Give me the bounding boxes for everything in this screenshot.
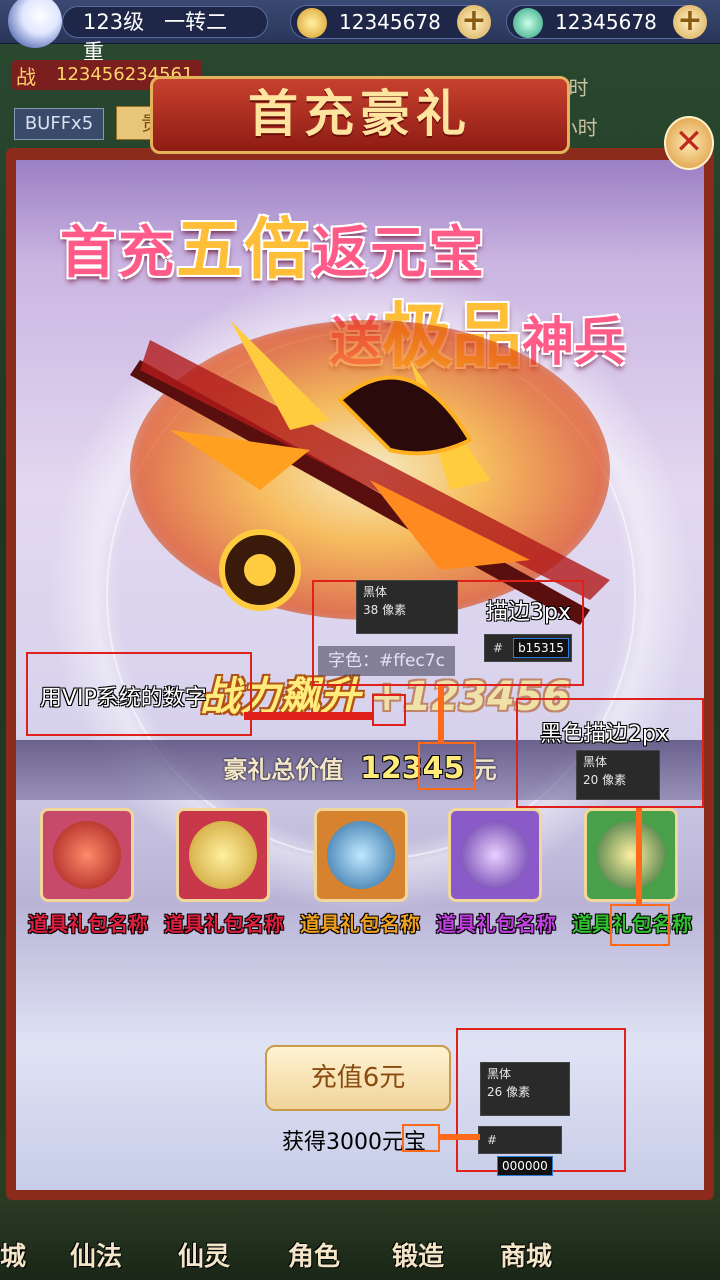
headline1-a: 首充 [60, 221, 176, 286]
hex-hash-3: # [487, 1133, 498, 1147]
gift-item-1[interactable] [40, 808, 134, 902]
buff-button[interactable]: BUFFx5 [14, 108, 104, 140]
gold-coin-icon [297, 8, 327, 38]
nav-spirit[interactable]: 仙灵 [178, 1236, 230, 1273]
battle-icon: 战 [16, 65, 36, 89]
annotation-box-vip-target [372, 694, 406, 726]
jade-value: 12345678 [555, 10, 657, 34]
annotation-box-label [610, 904, 670, 946]
headline-line-1: 首充五倍返元宝 [60, 196, 486, 292]
font-spec-3-name: 黑体 [487, 1067, 512, 1081]
annotation-box-reward [402, 1124, 440, 1152]
font-spec-1: 黑体 38 像素 [356, 580, 458, 634]
gift-item-3[interactable] [314, 808, 408, 902]
gift-label-2: 道具礼包名称 [164, 912, 284, 936]
level-text: 123级 [83, 10, 145, 34]
hex-field-3: #000000 [478, 1126, 562, 1176]
total-value-label: 豪礼总价值 [223, 756, 344, 784]
hex-field-1: # b15315 [484, 634, 572, 662]
nav-city[interactable]: 城 [0, 1236, 26, 1273]
font-spec-1-size: 38 像素 [363, 603, 407, 617]
recharge-button[interactable]: 充值6元 [265, 1045, 451, 1111]
hex-value-3: 000000 [497, 1156, 553, 1176]
annotation-pointer-3 [438, 1134, 480, 1140]
annotation-stroke2: 黑色描边2px [540, 722, 669, 747]
annotation-pointer-2 [636, 808, 642, 904]
font-spec-2-name: 黑体 [583, 755, 608, 769]
gift-label-1: 道具礼包名称 [28, 912, 148, 936]
hex-value-1: b15315 [513, 638, 569, 658]
font-spec-1-name: 黑体 [363, 585, 388, 599]
gift-item-4[interactable] [448, 808, 542, 902]
top-bar: 123级 一转二重 12345678 + 12345678 + [0, 0, 720, 64]
nav-forge[interactable]: 锻造 [392, 1236, 444, 1273]
annotation-vip-note: 用VIP系统的数字 [40, 686, 207, 711]
annotation-pointer-1 [438, 686, 444, 742]
level-badge[interactable]: 123级 一转二重 [62, 6, 268, 64]
jade-counter: 12345678 + [506, 5, 707, 39]
annotation-vip-pointer [244, 712, 374, 720]
gift-icon-4 [461, 821, 529, 889]
font-spec-2: 黑体 20 像素 [576, 750, 660, 800]
add-gold-button[interactable]: + [457, 5, 491, 39]
close-button[interactable]: ✕ [664, 116, 714, 170]
gift-icon-1 [53, 821, 121, 889]
font-spec-2-size: 20 像素 [583, 773, 627, 787]
total-value-unit: 元 [472, 756, 497, 784]
gift-label-4: 道具礼包名称 [436, 912, 556, 936]
jade-icon [513, 8, 543, 38]
panel-title: 首充豪礼 [150, 76, 570, 154]
annotation-stroke3: 描边3px [486, 600, 571, 625]
hex-hash-1: # [493, 641, 504, 655]
nav-character[interactable]: 角色 [288, 1236, 340, 1273]
gift-icon-3 [327, 821, 395, 889]
add-jade-button[interactable]: + [673, 5, 707, 39]
font-spec-3: 黑体 26 像素 [480, 1062, 570, 1116]
headline1-c: 返元宝 [312, 221, 486, 286]
nav-magic[interactable]: 仙法 [70, 1236, 122, 1273]
nav-shop[interactable]: 商城 [500, 1236, 552, 1273]
gift-item-2[interactable] [176, 808, 270, 902]
moon-icon[interactable] [8, 0, 62, 48]
gift-icon-5 [597, 821, 665, 889]
gold-counter: 12345678 + [290, 5, 491, 39]
gift-icon-2 [189, 821, 257, 889]
annotation-box-value-num [418, 742, 476, 790]
headline1-b: 五倍 [176, 211, 312, 288]
gift-item-5[interactable] [584, 808, 678, 902]
font-color-note: 字色：#ffec7c [318, 646, 455, 676]
gold-value: 12345678 [339, 10, 441, 34]
gift-label-3: 道具礼包名称 [300, 912, 420, 936]
font-spec-3-size: 26 像素 [487, 1085, 531, 1099]
